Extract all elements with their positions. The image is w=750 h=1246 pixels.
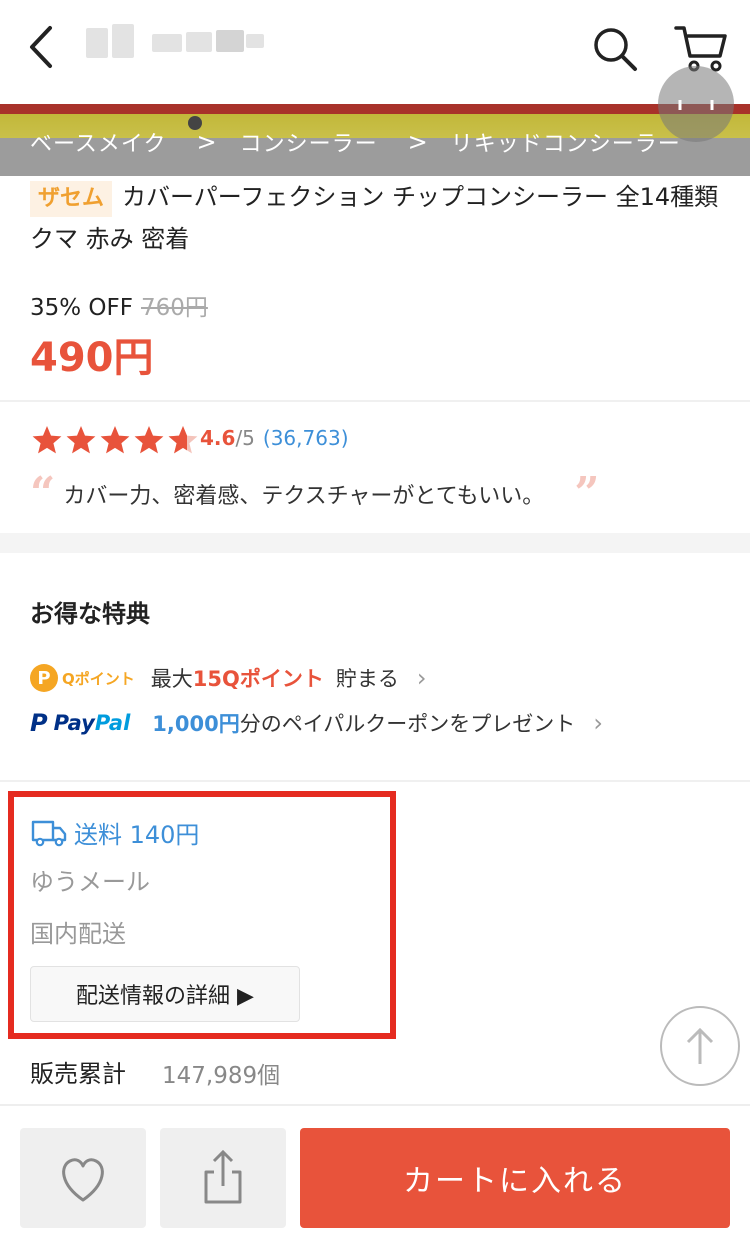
star-full-icon <box>66 426 96 454</box>
breadcrumb-item-concealer[interactable]: コンシーラー <box>240 126 378 158</box>
expand-image-button[interactable] <box>658 66 734 142</box>
chevron-right-icon: › <box>593 709 603 737</box>
star-partial-icon <box>168 426 198 454</box>
top-header <box>0 0 750 104</box>
qpoint-amount: 15Qポイント <box>192 667 324 691</box>
star-full-icon <box>100 426 130 454</box>
breadcrumb-item-basemake[interactable]: ベースメイク <box>30 126 166 158</box>
rating-score: 4.6 <box>200 426 236 450</box>
product-title: カバーパーフェクション チップコンシーラー 全14種類 クマ 赤み 密着 <box>30 183 719 253</box>
blurred-shop-title <box>86 18 266 68</box>
search-icon <box>594 28 637 71</box>
sales-total-count: 147,989個 <box>162 1063 281 1089</box>
shipping-fee: 送料 140円 <box>30 815 199 850</box>
open-quote-icon: “ <box>30 468 56 519</box>
qpoint-coin-icon: P <box>30 664 58 692</box>
scroll-to-top-button[interactable] <box>660 1006 740 1086</box>
shipping-area: 国内配送 <box>30 920 126 948</box>
divider <box>0 400 750 402</box>
rating-max: /5 <box>235 426 255 450</box>
chevron-left-icon <box>30 26 52 68</box>
bottom-action-bar: カートに入れる <box>0 1104 750 1246</box>
chevron-right-icon: › <box>416 664 427 692</box>
shipping-method: ゆうメール <box>30 868 150 896</box>
paypal-logo: P Pay Pal <box>30 709 131 737</box>
close-quote-icon: ” <box>574 468 600 519</box>
shipping-fee-text: 送料 140円 <box>74 821 200 849</box>
image-indicator-dot <box>188 116 202 130</box>
product-title-block: ザセム カバーパーフェクション チップコンシーラー 全14種類 クマ 赤み 密着 <box>30 176 720 260</box>
sale-price: 490円 <box>30 335 154 381</box>
rating-summary[interactable]: 4.6/5 (36,763) <box>200 426 349 450</box>
share-icon <box>204 1149 242 1204</box>
search-button[interactable] <box>590 24 640 74</box>
shipping-detail-button[interactable]: 配送情報の詳細 ▶ <box>30 966 300 1022</box>
add-to-cart-button[interactable]: カートに入れる <box>300 1128 730 1228</box>
divider <box>0 780 750 782</box>
star-full-icon <box>32 426 62 454</box>
qpoint-benefit-row[interactable]: P Qポイント 最大 15Qポイント 貯まる › <box>30 660 426 696</box>
paypal-coupon-amount: 1,000円 <box>152 712 240 736</box>
breadcrumb-separator: > <box>196 128 218 156</box>
product-image-strip: ベースメイク > コンシーラー > リキッドコンシーラー <box>0 104 750 176</box>
breadcrumb-separator: > <box>407 128 429 156</box>
qpoint-suffix: 貯まる <box>335 667 399 691</box>
paypal-benefit-row[interactable]: P Pay Pal 1,000円 分のペイパルクーポンをプレゼント › <box>30 705 603 741</box>
discount-line: 35% OFF 760円 <box>30 288 208 322</box>
share-button[interactable] <box>160 1128 286 1228</box>
discount-rate: 35% OFF <box>30 295 133 321</box>
section-separator <box>0 533 750 553</box>
expand-icon <box>678 100 714 110</box>
qpoint-prefix: 最大 <box>150 667 193 691</box>
paypal-p-icon: P <box>30 709 48 737</box>
qpoint-logo: P Qポイント <box>30 664 135 692</box>
review-quote-text: カバー力、密着感、テクスチャーがとてもいい。 <box>63 484 545 509</box>
qpoint-label: Qポイント <box>62 669 135 688</box>
original-price: 760円 <box>141 295 208 321</box>
arrow-up-icon <box>686 1027 714 1064</box>
review-highlight: “ カバー力、密着感、テクスチャーがとてもいい。 ” <box>30 468 720 519</box>
rating-stars[interactable] <box>30 424 200 456</box>
brand-tag[interactable]: ザセム <box>30 181 113 217</box>
breadcrumb: ベースメイク > コンシーラー > リキッドコンシーラー <box>30 124 681 160</box>
review-count[interactable]: (36,763) <box>263 426 349 450</box>
back-button[interactable] <box>22 22 62 72</box>
paypal-coupon-text: 分のペイパルクーポンをプレゼント <box>239 712 576 736</box>
truck-icon <box>31 820 67 846</box>
benefits-title: お得な特典 <box>30 600 150 628</box>
heart-icon <box>62 1158 104 1202</box>
wishlist-button[interactable] <box>20 1128 146 1228</box>
star-full-icon <box>134 426 164 454</box>
breadcrumb-item-liquid-concealer[interactable]: リキッドコンシーラー <box>451 126 681 158</box>
sales-total-label: 販売累計 <box>30 1060 126 1088</box>
